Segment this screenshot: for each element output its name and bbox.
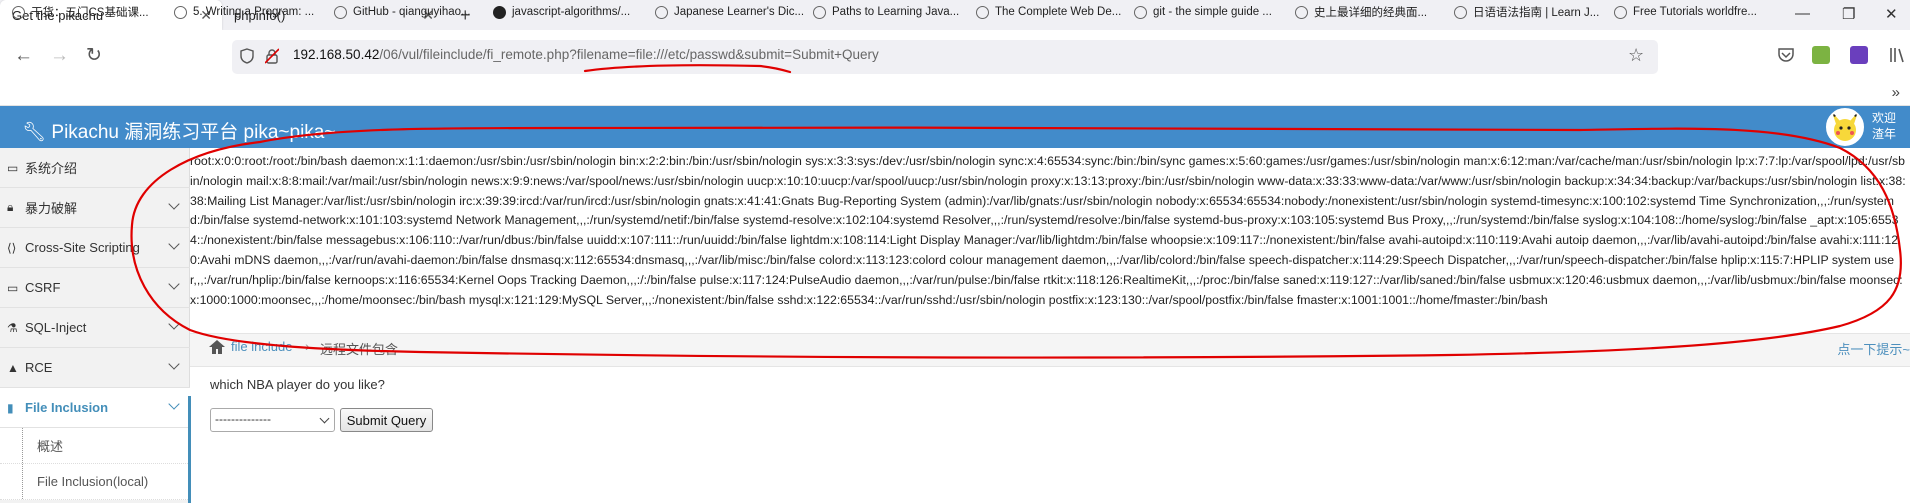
insecure-lock-icon[interactable]	[265, 48, 279, 64]
reload-icon[interactable]: ↻	[86, 44, 102, 67]
hint-link[interactable]: 点一下提示~	[1837, 339, 1910, 358]
bookmark-item[interactable]: Paths to Learning Java...	[813, 2, 959, 22]
globe-icon	[1614, 5, 1627, 19]
shield-icon[interactable]	[240, 48, 254, 64]
fire-icon: ▲	[7, 360, 19, 375]
sidebar-item-csrf[interactable]: ▭ CSRF	[0, 268, 190, 308]
bookmark-item[interactable]: javascript-algorithms/...	[493, 2, 630, 22]
desktop-icon: ▭	[7, 160, 19, 175]
submit-button[interactable]: Submit Query	[340, 408, 433, 432]
avatar[interactable]	[1826, 108, 1864, 146]
file-icon: ▮	[7, 400, 14, 415]
sidebar-scroll-accent	[188, 396, 191, 503]
globe-icon	[1134, 5, 1147, 19]
bookmark-item[interactable]: 5. Writing a Program: ...	[174, 2, 314, 22]
player-select[interactable]: --------------	[210, 408, 335, 432]
globe-icon	[1295, 5, 1308, 19]
chevron-down-icon	[168, 198, 180, 210]
app-title[interactable]: 🔧︎ Pikachu 漏洞练习平台 pika~pika~	[22, 117, 335, 144]
globe-icon	[12, 5, 25, 19]
sidebar-item-intro[interactable]: ▭ 系统介绍	[0, 148, 190, 188]
sidebar-item-file-inclusion[interactable]: ▮ File Inclusion	[0, 388, 190, 428]
code-icon: ⟨⟩	[7, 240, 17, 255]
sidebar-item-rce[interactable]: ▲ RCE	[0, 348, 190, 388]
bookmarks-overflow-icon[interactable]: »	[1892, 84, 1900, 101]
breadcrumb-current: 远程文件包含	[320, 342, 399, 357]
bookmark-star-icon[interactable]: ☆	[1628, 45, 1644, 66]
globe-icon	[334, 5, 347, 19]
library-icon[interactable]	[1888, 46, 1906, 64]
wrench-icon: 🔧︎	[22, 122, 47, 143]
bookmark-item[interactable]: The Complete Web De...	[976, 2, 1121, 22]
sidebar-subitem-overview[interactable]: 概述	[0, 428, 190, 464]
bookmark-item[interactable]: 日语语法指南 | Learn J...	[1454, 2, 1599, 22]
globe-icon	[1454, 5, 1467, 19]
bookmark-item[interactable]: Free Tutorials worldfre...	[1614, 2, 1757, 22]
passwd-output: root:x:0:0:root:/root:/bin/bash daemon:x…	[190, 154, 1906, 307]
chevron-down-icon	[319, 413, 330, 424]
url-text[interactable]: 192.168.50.42/06/vul/fileinclude/fi_remo…	[293, 47, 879, 62]
pikachu-avatar-icon	[1832, 112, 1858, 141]
chevron-down-icon	[168, 398, 180, 410]
sidebar-item-sqli[interactable]: ⚗︎ SQL-Inject	[0, 308, 190, 348]
globe-icon	[174, 5, 187, 19]
extension-icon[interactable]	[1812, 46, 1830, 64]
chevron-down-icon	[168, 358, 180, 370]
form-question: which NBA player do you like?	[210, 377, 385, 392]
globe-icon	[976, 5, 989, 19]
bookmark-item[interactable]: 史上最详细的经典面...	[1295, 2, 1427, 22]
bookmarks-bar	[0, 82, 1910, 106]
globe-icon	[655, 5, 668, 19]
sidebar-item-xss[interactable]: ⟨⟩ Cross-Site Scripting	[0, 228, 190, 268]
minimize-icon[interactable]: —	[1795, 5, 1810, 22]
sidebar-item-bruteforce[interactable]: 🔒︎ 暴力破解	[0, 188, 190, 228]
home-icon[interactable]	[208, 339, 226, 355]
breadcrumb-separator-icon: ›	[305, 338, 310, 354]
sidebar: ▭ 系统介绍 🔒︎ 暴力破解 ⟨⟩ Cross-Site Scripting ▭…	[0, 148, 190, 503]
welcome-text[interactable]: 欢迎 渣年	[1872, 110, 1896, 142]
pocket-icon[interactable]	[1777, 47, 1795, 63]
breadcrumb	[190, 333, 1910, 367]
chevron-down-icon	[168, 278, 180, 290]
lock-icon: 🔒︎	[7, 200, 14, 214]
globe-icon	[813, 5, 826, 19]
bookmark-item[interactable]: Japanese Learner's Dic...	[655, 2, 804, 22]
github-icon	[493, 5, 506, 19]
close-window-icon[interactable]: ✕	[1885, 5, 1898, 23]
breadcrumb-link[interactable]: file include	[231, 339, 292, 354]
forward-icon[interactable]: →	[50, 45, 69, 67]
chevron-down-icon	[168, 318, 180, 330]
credit-card-icon: ▭	[7, 280, 19, 295]
extension-badge-icon[interactable]	[1850, 46, 1868, 64]
sidebar-subitem-local[interactable]: File Inclusion(local)	[0, 464, 190, 500]
flask-icon: ⚗︎	[7, 320, 18, 335]
restore-icon[interactable]: ❐	[1842, 5, 1855, 23]
bookmark-item[interactable]: GitHub - qianguyihao...	[334, 2, 471, 22]
chevron-down-icon	[168, 238, 180, 250]
bookmark-item[interactable]: git - the simple guide ...	[1134, 2, 1272, 22]
bookmark-item[interactable]: 干货：五门CS基础课...	[12, 2, 149, 22]
back-icon[interactable]: ←	[14, 45, 33, 67]
